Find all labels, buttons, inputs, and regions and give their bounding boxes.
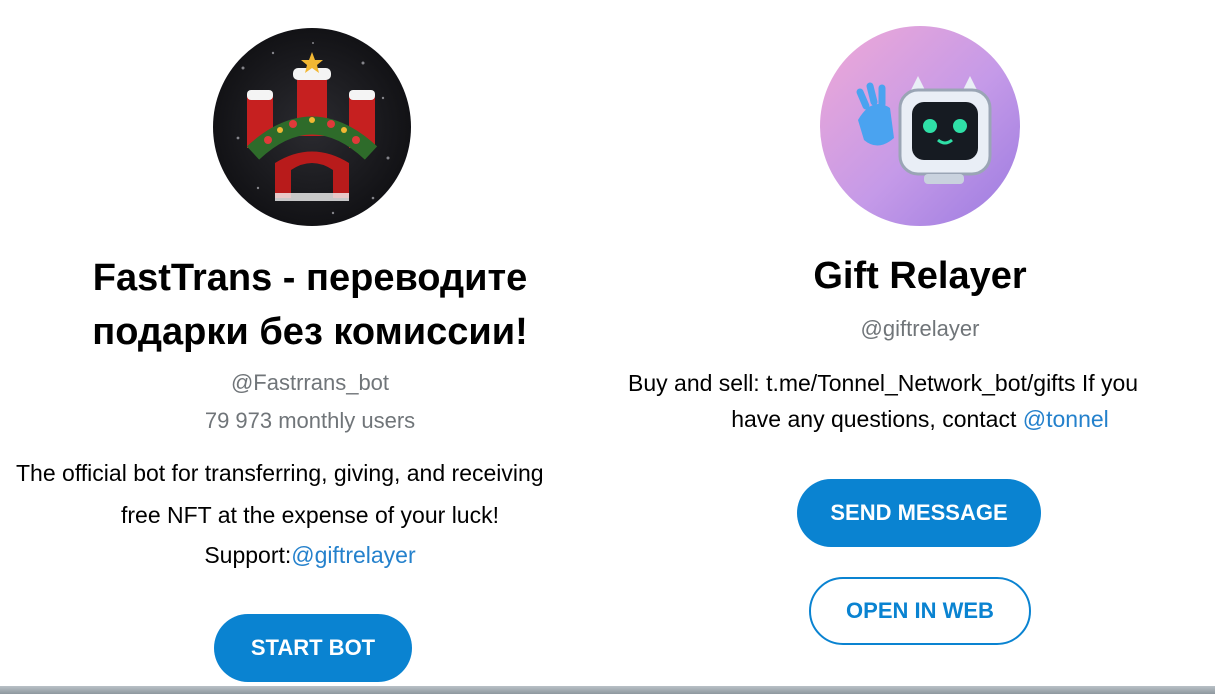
robot-cat-waving-avatar-icon [820,26,1020,226]
bot-description-line2: have any questions, contact @tonnel [620,398,1215,440]
open-in-web-button[interactable]: OPEN IN WEB [809,577,1031,645]
support-prefix: Support: [204,542,292,568]
start-bot-button[interactable]: START BOT [214,614,412,682]
contact-prefix: have any questions, contact [731,406,1023,432]
contact-link[interactable]: @tonnel [1023,406,1109,432]
monthly-users-count: 79 973 monthly users [204,408,416,433]
bot-description-line1: The official bot for transferring, givin… [16,460,544,486]
bot-support-line: Support:@giftrelayer [0,534,620,576]
bot-title-line1: FastTrans - переводите [92,257,528,299]
bot-title: Gift Relayer [813,255,1027,297]
bot-profile-fasttrans: FastTrans - переводите подарки без комис… [0,0,620,686]
bot-title-line2: подарки без комиссии! [92,311,528,353]
support-link[interactable]: @giftrelayer [291,542,415,568]
christmas-castle-avatar-icon [213,28,411,226]
bot-profile-gift-relayer: Gift Relayer @giftrelayer Buy and sell: … [620,0,1215,686]
bot-username: @giftrelayer [860,316,980,341]
bot-description-line2: free NFT at the expense of your luck! [121,502,499,528]
panel-divider [612,0,620,686]
bottom-edge-bar [0,686,1215,694]
send-message-button[interactable]: SEND MESSAGE [797,479,1041,547]
bot-username: @Fastrrans_bot [230,370,390,395]
